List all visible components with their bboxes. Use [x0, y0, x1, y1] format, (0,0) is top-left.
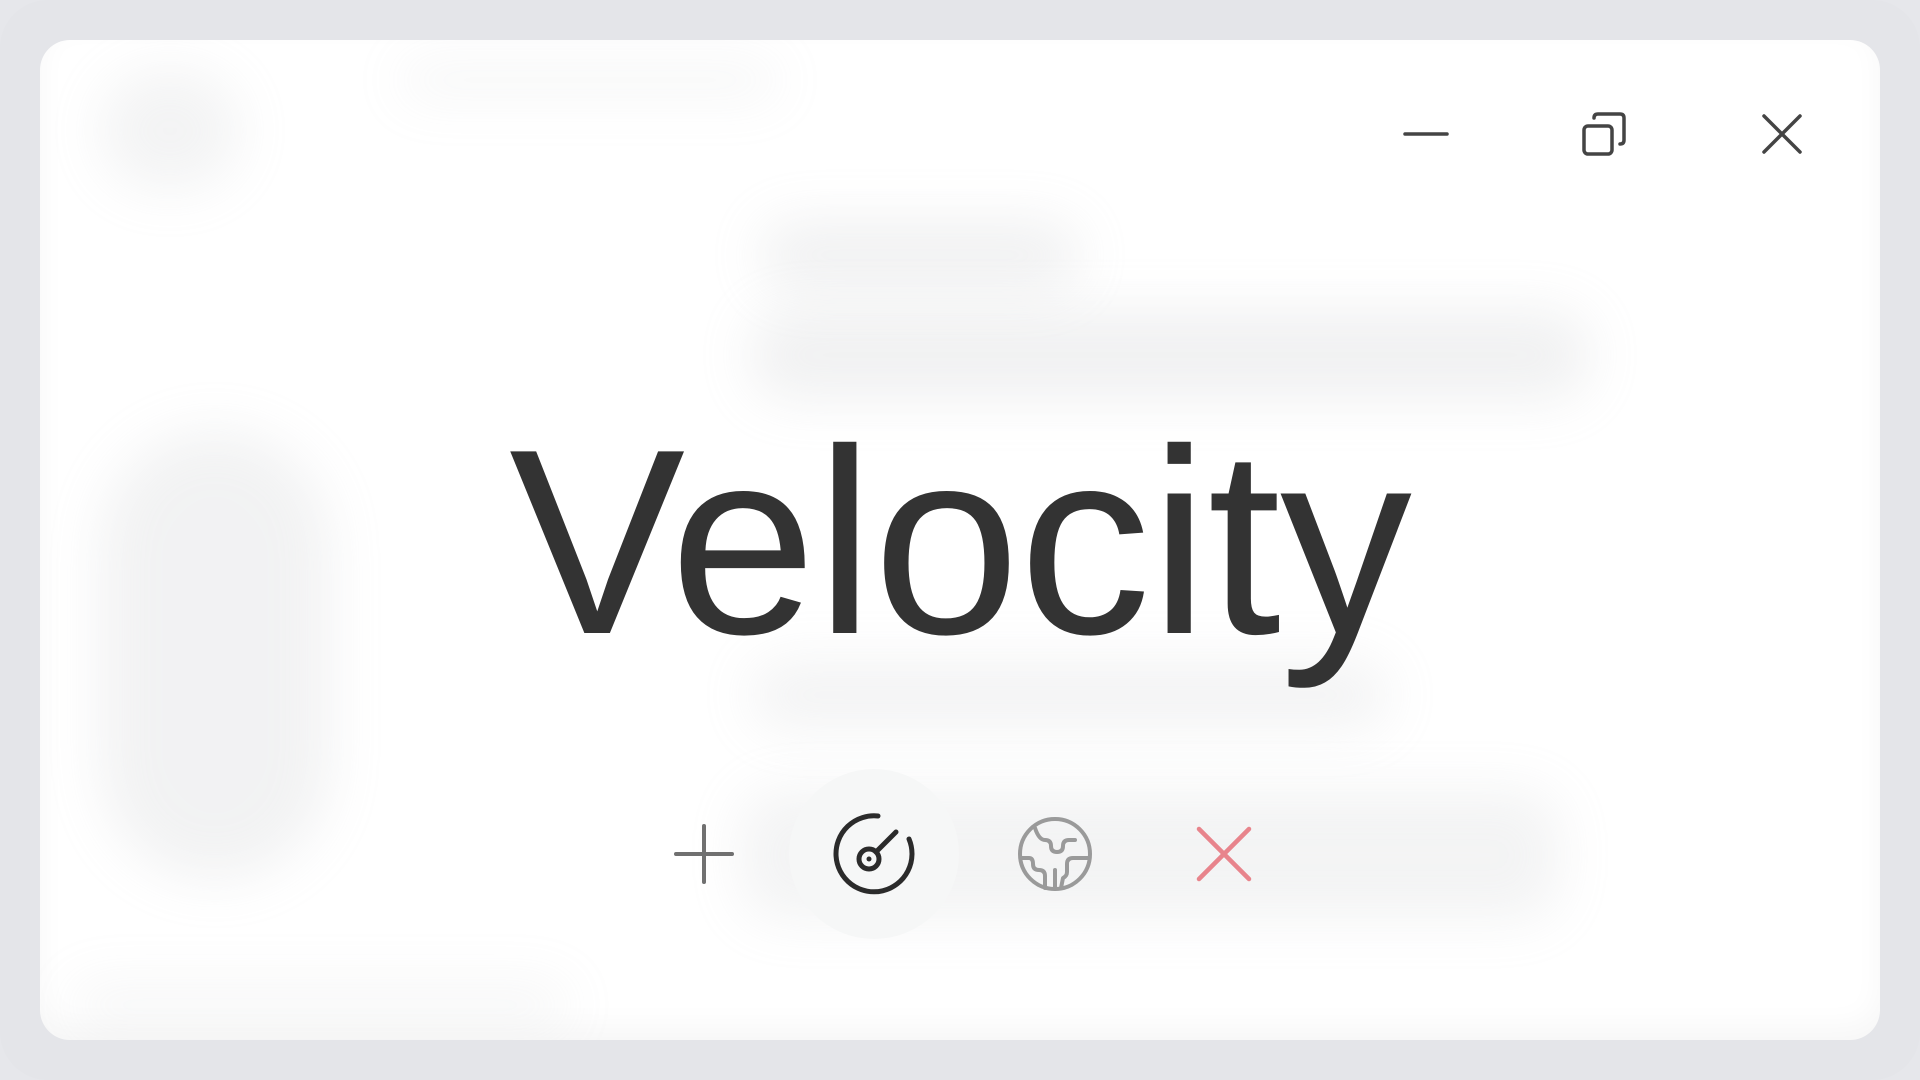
close-icon: [1196, 826, 1252, 882]
close-tool-button[interactable]: [1184, 814, 1264, 894]
app-window: Velocity: [40, 40, 1880, 1040]
speedometer-icon: [833, 813, 915, 895]
globe-button[interactable]: [1015, 814, 1095, 894]
plus-icon: [674, 824, 734, 884]
speedometer-button[interactable]: [789, 769, 959, 939]
add-button[interactable]: [664, 814, 744, 894]
globe-icon: [1018, 817, 1092, 891]
toolbar: [40, 40, 1880, 1040]
